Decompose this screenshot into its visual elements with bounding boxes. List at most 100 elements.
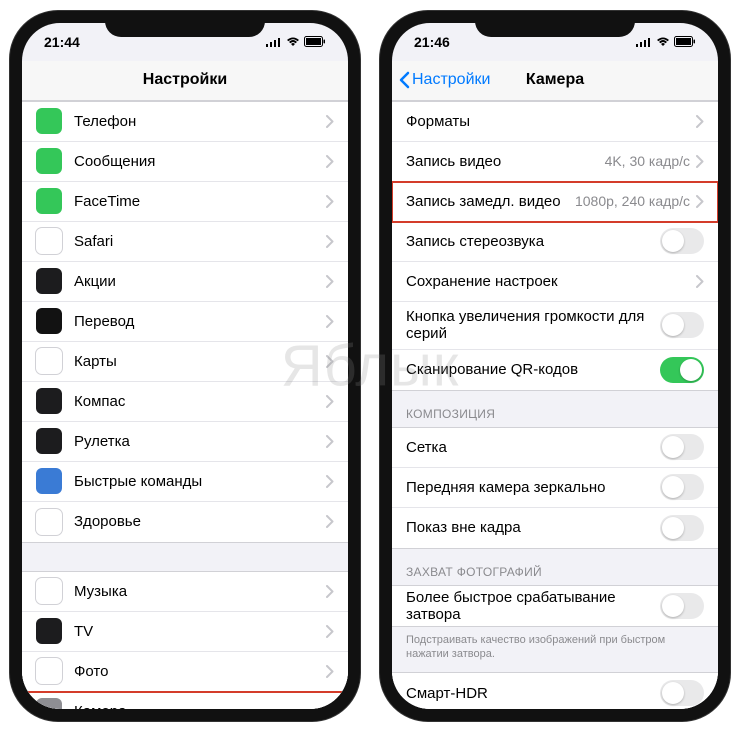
settings-row-фото[interactable]: Фото — [22, 652, 348, 692]
chevron-right-icon — [326, 705, 334, 709]
toggle[interactable] — [660, 357, 704, 383]
row-label: FaceTime — [74, 193, 326, 210]
app-icon — [36, 618, 62, 644]
camera-row-сканирование-qr-кодов[interactable]: Сканирование QR-кодов — [392, 350, 718, 390]
camera-row-запись-замедл-видео[interactable]: Запись замедл. видео1080p, 240 кадр/с — [392, 182, 718, 222]
camera-row-показ-вне-кадра[interactable]: Показ вне кадра — [392, 508, 718, 548]
toggle[interactable] — [660, 312, 704, 338]
section-header-composition: КОМПОЗИЦИЯ — [392, 391, 718, 427]
row-label: Музыка — [74, 583, 326, 600]
chevron-right-icon — [326, 515, 334, 528]
app-icon — [36, 578, 62, 604]
settings-row-сообщения[interactable]: Сообщения — [22, 142, 348, 182]
status-time: 21:46 — [414, 34, 450, 50]
row-label: Камера — [74, 703, 326, 709]
page-title: Камера — [526, 71, 584, 89]
chevron-right-icon — [326, 155, 334, 168]
row-label: Акции — [74, 273, 326, 290]
row-label: TV — [74, 623, 326, 640]
chevron-right-icon — [696, 275, 704, 288]
camera-row-смарт-hdr[interactable]: Смарт-HDR — [392, 673, 718, 708]
chevron-right-icon — [326, 315, 334, 328]
camera-row-передняя-камера-зеркально[interactable]: Передняя камера зеркально — [392, 468, 718, 508]
row-label: Передняя камера зеркально — [406, 479, 660, 496]
screen-right: 21:46 Настройки Камера Форматы Запись вид… — [392, 23, 718, 709]
toggle[interactable] — [660, 228, 704, 254]
toggle[interactable] — [660, 515, 704, 541]
row-label: Сканирование QR-кодов — [406, 361, 660, 378]
chevron-right-icon — [326, 395, 334, 408]
chevron-right-icon — [326, 435, 334, 448]
row-label: Компас — [74, 393, 326, 410]
settings-row-tv[interactable]: TV — [22, 612, 348, 652]
camera-row-сетка[interactable]: Сетка — [392, 428, 718, 468]
settings-row-карты[interactable]: Карты — [22, 342, 348, 382]
settings-group-2: МузыкаTVФотоКамераКнигиGame Center — [22, 571, 348, 709]
settings-row-акции[interactable]: Акции — [22, 262, 348, 302]
chevron-right-icon — [696, 115, 704, 128]
settings-row-музыка[interactable]: Музыка — [22, 572, 348, 612]
chevron-right-icon — [326, 195, 334, 208]
phone-right: 21:46 Настройки Камера Форматы Запись вид… — [380, 11, 730, 721]
chevron-right-icon — [326, 665, 334, 678]
camera-row-кнопка-увеличения-громкости-для-серий[interactable]: Кнопка увеличения громкости для серий — [392, 302, 718, 350]
camera-row-форматы[interactable]: Форматы — [392, 102, 718, 142]
row-label: Форматы — [406, 113, 696, 130]
toggle[interactable] — [660, 593, 704, 619]
app-icon — [36, 268, 62, 294]
section-footer-capture: Подстраивать качество изображений при бы… — [392, 627, 718, 673]
row-label: Запись стереозвука — [406, 233, 660, 250]
chevron-right-icon — [326, 625, 334, 638]
row-label: Кнопка увеличения громкости для серий — [406, 308, 660, 342]
chevron-right-icon — [326, 585, 334, 598]
camera-group-1: ФорматыЗапись видео4K, 30 кадр/сЗапись з… — [392, 101, 718, 391]
wifi-icon — [286, 37, 300, 47]
row-label: Сетка — [406, 439, 660, 456]
settings-row-здоровье[interactable]: Здоровье — [22, 502, 348, 542]
app-icon — [36, 348, 62, 374]
status-indicators — [266, 36, 326, 47]
settings-row-компас[interactable]: Компас — [22, 382, 348, 422]
camera-row-сохранение-настроек[interactable]: Сохранение настроек — [392, 262, 718, 302]
row-label: Телефон — [74, 113, 326, 130]
toggle[interactable] — [660, 434, 704, 460]
row-label: Сообщения — [74, 153, 326, 170]
nav-bar: Настройки Камера — [392, 61, 718, 101]
content-left[interactable]: Телефон Сообщения FaceTime Safari Акции Перев… — [22, 101, 348, 709]
settings-row-камера[interactable]: Камера — [22, 692, 348, 709]
chevron-right-icon — [696, 155, 704, 168]
toggle[interactable] — [660, 474, 704, 500]
signal-icon — [636, 37, 652, 47]
settings-row-facetime[interactable]: FaceTime — [22, 182, 348, 222]
camera-row-запись-стереозвука[interactable]: Запись стереозвука — [392, 222, 718, 262]
row-label: Карты — [74, 353, 326, 370]
row-label: Смарт-HDR — [406, 685, 660, 702]
nav-bar: Настройки — [22, 61, 348, 101]
row-label: Запись замедл. видео — [406, 193, 575, 210]
app-icon — [36, 388, 62, 414]
app-icon — [36, 468, 62, 494]
camera-group-composition: Сетка Передняя камера зеркально Показ вне … — [392, 427, 718, 549]
row-detail: 4K, 30 кадр/с — [605, 153, 690, 169]
row-label: Перевод — [74, 313, 326, 330]
camera-row-запись-видео[interactable]: Запись видео4K, 30 кадр/с — [392, 142, 718, 182]
content-right[interactable]: ФорматыЗапись видео4K, 30 кадр/сЗапись з… — [392, 101, 718, 709]
settings-row-быстрые-команды[interactable]: Быстрые команды — [22, 462, 348, 502]
chevron-right-icon — [326, 355, 334, 368]
camera-row-более-быстрое-срабатывание-затвора[interactable]: Более быстрое срабатывание затвора — [392, 586, 718, 626]
settings-row-safari[interactable]: Safari — [22, 222, 348, 262]
row-label: Фото — [74, 663, 326, 680]
row-label: Быстрые команды — [74, 473, 326, 490]
settings-row-перевод[interactable]: Перевод — [22, 302, 348, 342]
settings-row-телефон[interactable]: Телефон — [22, 102, 348, 142]
back-button[interactable]: Настройки — [398, 71, 490, 89]
row-label: Рулетка — [74, 433, 326, 450]
chevron-right-icon — [326, 475, 334, 488]
row-label: Safari — [74, 233, 326, 250]
app-icon — [36, 228, 62, 254]
settings-row-рулетка[interactable]: Рулетка — [22, 422, 348, 462]
camera-group-capture: Более быстрое срабатывание затвора — [392, 585, 718, 627]
status-indicators — [636, 36, 696, 47]
app-icon — [36, 428, 62, 454]
toggle[interactable] — [660, 680, 704, 706]
